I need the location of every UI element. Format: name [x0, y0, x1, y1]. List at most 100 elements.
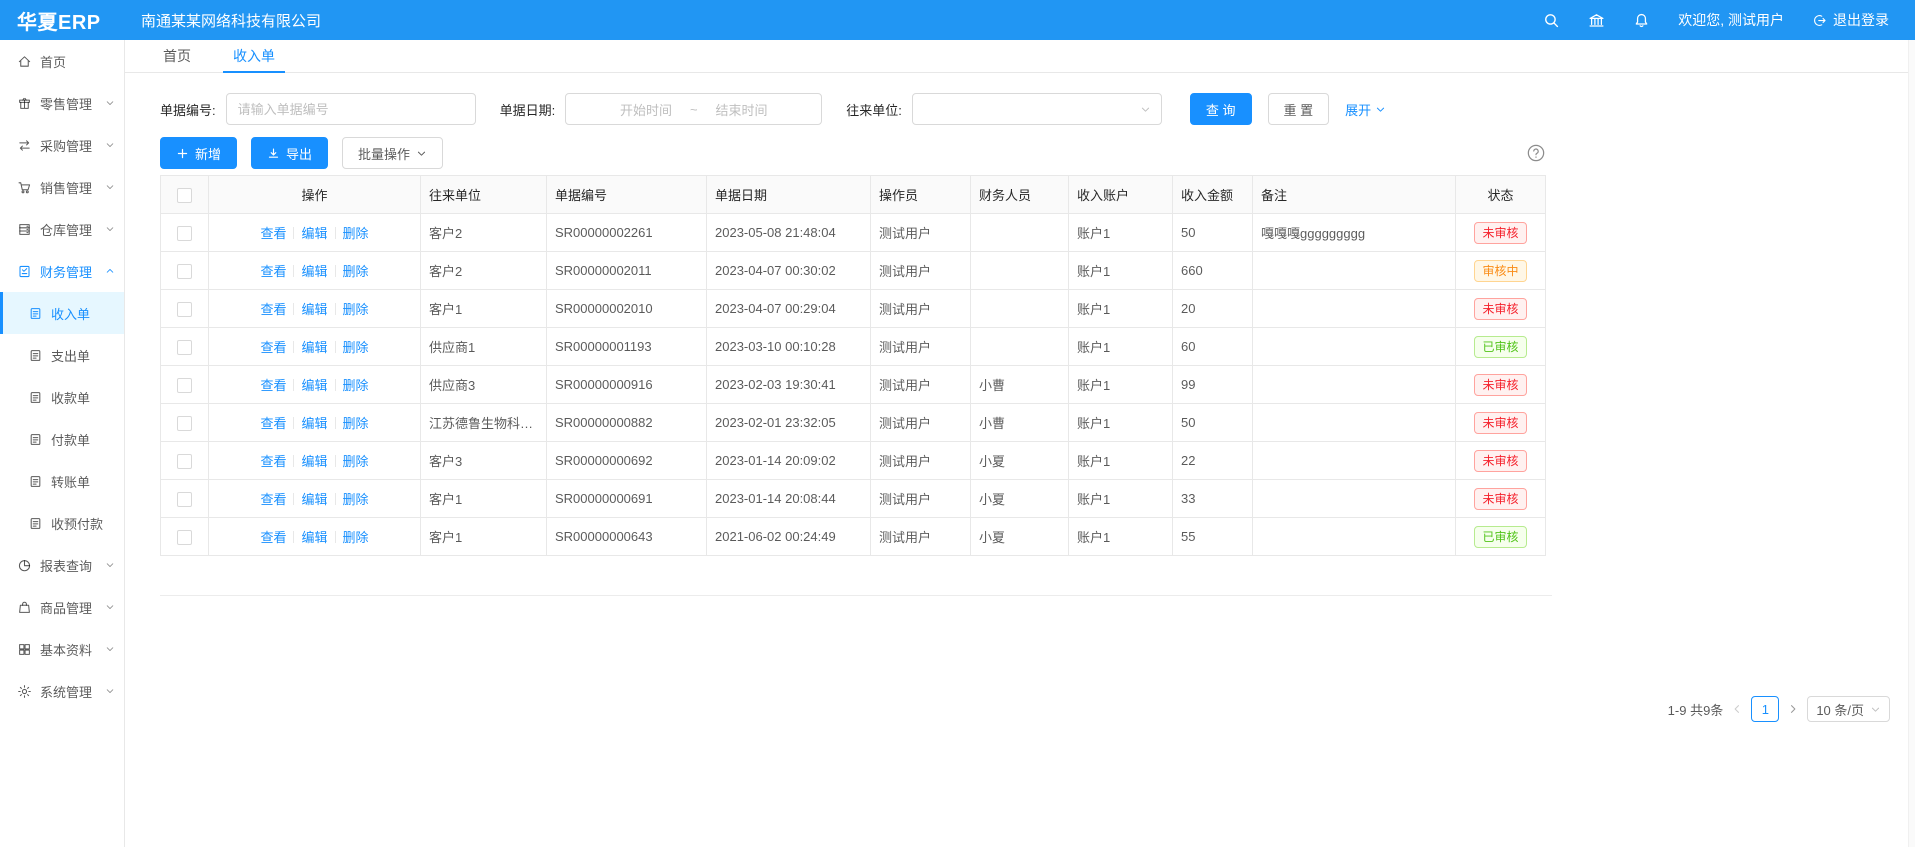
app-logo[interactable]: 华夏ERP [0, 6, 125, 35]
delete-link[interactable]: 删除 [343, 492, 369, 507]
prev-page-button[interactable] [1731, 703, 1743, 715]
edit-link[interactable]: 编辑 [301, 378, 327, 393]
link-divider [293, 379, 294, 391]
bill-no-input[interactable] [226, 93, 476, 125]
column-header: 单据日期 [707, 176, 871, 214]
sidebar-item-basic[interactable]: 基本资料 [0, 628, 124, 670]
table-row: 查看编辑删除客户1SR000000020102023-04-07 00:29:0… [161, 290, 1546, 328]
page-size-select[interactable]: 10 条/页 [1807, 696, 1890, 722]
help-icon[interactable] [1527, 144, 1545, 162]
sidebar-item-retail[interactable]: 零售管理 [0, 82, 124, 124]
row-checkbox[interactable] [177, 226, 192, 241]
edit-link[interactable]: 编辑 [301, 226, 327, 241]
sidebar-item-sales[interactable]: 销售管理 [0, 166, 124, 208]
status-cell: 未审核 [1456, 404, 1546, 442]
vertical-scrollbar[interactable] [1908, 40, 1915, 847]
delete-link[interactable]: 删除 [343, 264, 369, 279]
edit-link[interactable]: 编辑 [301, 416, 327, 431]
partner-cell: 客户2 [421, 214, 547, 252]
link-divider [335, 493, 336, 505]
add-button[interactable]: 新增 [160, 137, 237, 169]
batch-button[interactable]: 批量操作 [342, 137, 443, 169]
partner-select[interactable] [912, 93, 1162, 125]
sidebar-item-goods[interactable]: 商品管理 [0, 586, 124, 628]
finance-icon [17, 264, 32, 279]
reset-button[interactable]: 重 置 [1268, 93, 1330, 125]
operator-cell: 测试用户 [871, 442, 971, 480]
search-button[interactable]: 查 询 [1190, 93, 1252, 125]
sidebar-item-purchase[interactable]: 采购管理 [0, 124, 124, 166]
row-checkbox[interactable] [177, 416, 192, 431]
edit-link[interactable]: 编辑 [301, 340, 327, 355]
tab-income[interactable]: 收入单 [233, 40, 275, 72]
sidebar-item-label: 基本资料 [40, 640, 92, 659]
welcome-text[interactable]: 欢迎您, 测试用户 [1678, 10, 1784, 30]
delete-link[interactable]: 删除 [343, 416, 369, 431]
row-checkbox[interactable] [177, 264, 192, 279]
delete-link[interactable]: 删除 [343, 378, 369, 393]
sidebar-item-system[interactable]: 系统管理 [0, 670, 124, 712]
main-area: 首页收入单 单据编号: 单据日期: 开始时间 ~ 结束时间 往来单位: 查 询 … [125, 40, 1915, 847]
sidebar-item-home[interactable]: 首页 [0, 40, 124, 82]
logout-button[interactable]: 退出登录 [1812, 10, 1889, 30]
sidebar-item-report[interactable]: 报表查询 [0, 544, 124, 586]
sidebar-item-payment[interactable]: 付款单 [0, 418, 124, 460]
sidebar-item-expense[interactable]: 支出单 [0, 334, 124, 376]
row-checkbox[interactable] [177, 454, 192, 469]
partner-cell: 客户1 [421, 518, 547, 556]
export-button[interactable]: 导出 [251, 137, 328, 169]
sidebar-item-income[interactable]: 收入单 [0, 292, 124, 334]
next-page-button[interactable] [1787, 703, 1799, 715]
remark-cell: 嘎嘎嘎ggggggggg [1253, 214, 1456, 252]
row-checkbox[interactable] [177, 530, 192, 545]
edit-link[interactable]: 编辑 [301, 492, 327, 507]
remark-cell [1253, 290, 1456, 328]
expand-link[interactable]: 展开 [1345, 100, 1386, 119]
delete-link[interactable]: 删除 [343, 302, 369, 317]
partner-label: 往来单位: [846, 100, 902, 119]
view-link[interactable]: 查看 [260, 530, 286, 545]
row-checkbox[interactable] [177, 302, 192, 317]
sidebar-item-finance[interactable]: 财务管理 [0, 250, 124, 292]
edit-link[interactable]: 编辑 [301, 530, 327, 545]
partner-cell: 客户2 [421, 252, 547, 290]
table-row: 查看编辑删除客户2SR000000022612023-05-08 21:48:0… [161, 214, 1546, 252]
sidebar-item-transfer[interactable]: 转账单 [0, 460, 124, 502]
sidebar-item-warehouse[interactable]: 仓库管理 [0, 208, 124, 250]
row-checkbox[interactable] [177, 492, 192, 507]
search-icon[interactable] [1543, 12, 1560, 29]
view-link[interactable]: 查看 [260, 378, 286, 393]
view-link[interactable]: 查看 [260, 454, 286, 469]
row-checkbox[interactable] [177, 340, 192, 355]
delete-link[interactable]: 删除 [343, 340, 369, 355]
operator-cell: 测试用户 [871, 366, 971, 404]
bank-icon[interactable] [1588, 12, 1605, 29]
link-divider [293, 341, 294, 353]
row-checkbox[interactable] [177, 378, 192, 393]
select-all-checkbox[interactable] [177, 188, 192, 203]
table-row: 查看编辑删除客户3SR000000006922023-01-14 20:09:0… [161, 442, 1546, 480]
delete-link[interactable]: 删除 [343, 530, 369, 545]
view-link[interactable]: 查看 [260, 302, 286, 317]
sidebar-item-advance[interactable]: 收预付款 [0, 502, 124, 544]
delete-link[interactable]: 删除 [343, 226, 369, 241]
view-link[interactable]: 查看 [260, 340, 286, 355]
date-range-input[interactable]: 开始时间 ~ 结束时间 [565, 93, 822, 125]
edit-link[interactable]: 编辑 [301, 454, 327, 469]
edit-link[interactable]: 编辑 [301, 264, 327, 279]
edit-link[interactable]: 编辑 [301, 302, 327, 317]
chevron-down-icon [1140, 104, 1151, 115]
view-link[interactable]: 查看 [260, 226, 286, 241]
status-cell: 未审核 [1456, 366, 1546, 404]
status-cell: 已审核 [1456, 328, 1546, 366]
view-link[interactable]: 查看 [260, 264, 286, 279]
bill-no-cell: SR00000002011 [547, 252, 707, 290]
bell-icon[interactable] [1633, 12, 1650, 29]
view-link[interactable]: 查看 [260, 416, 286, 431]
sidebar-item-receipt[interactable]: 收款单 [0, 376, 124, 418]
page-number-button[interactable]: 1 [1751, 696, 1779, 722]
view-link[interactable]: 查看 [260, 492, 286, 507]
tab-home[interactable]: 首页 [163, 40, 191, 72]
delete-link[interactable]: 删除 [343, 454, 369, 469]
bill-no-cell: SR00000002010 [547, 290, 707, 328]
